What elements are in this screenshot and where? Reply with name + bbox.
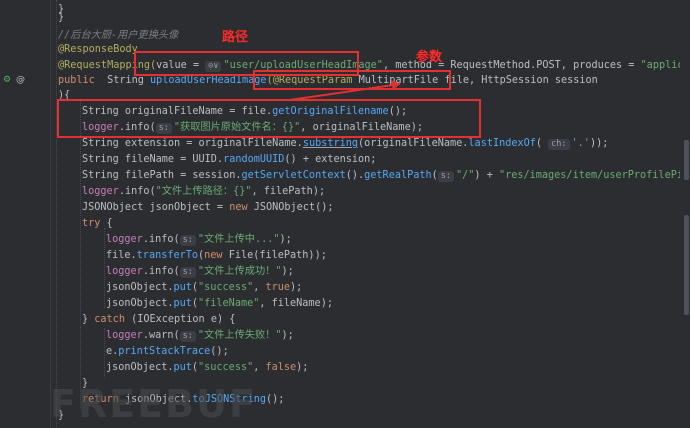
- code-line-responsebody: @ResponseBody: [58, 44, 138, 55]
- inlay-hint: s:: [179, 331, 196, 342]
- vertical-scrollbar[interactable]: [680, 0, 690, 428]
- code-line-put-success-true: jsonObject.put("success", true);: [106, 282, 303, 293]
- code-line-filepath: String filePath = session.getServletCont…: [82, 170, 690, 182]
- param-highlight-box: [253, 70, 451, 90]
- indent-guide: [80, 100, 81, 410]
- code-line-2: }: [58, 12, 65, 23]
- run-gear-icon[interactable]: ⚙: [3, 75, 11, 85]
- indent-guide: [56, 0, 57, 428]
- inlay-hint: s:: [179, 235, 196, 246]
- code-line-printstacktrace: e.printStackTrace();: [106, 346, 229, 357]
- code-line-jsonobject: JSONObject jsonObject = new JSONObject()…: [82, 202, 334, 213]
- annotation-at-icon[interactable]: @: [16, 75, 25, 85]
- code-line-try: try {: [82, 218, 113, 229]
- scrollbar-thumb[interactable]: [684, 140, 689, 180]
- code-line-transfer: file.transferTo(new File(filePath));: [106, 250, 327, 261]
- code-line-log-uploading: logger.info(s: "文件上传中...");: [106, 234, 292, 246]
- inlay-hint: s:: [437, 171, 455, 182]
- scrollbar-thumb[interactable]: [684, 215, 689, 315]
- code-line-extension: String extension = originalFileName.subs…: [82, 138, 609, 150]
- param-label: 参数: [416, 50, 443, 65]
- filename-highlight-box: [57, 99, 481, 138]
- code-line-put-filename: jsonObject.put("fileName", fileName);: [106, 298, 333, 309]
- inlay-hint: ch:: [548, 139, 570, 150]
- code-line-comment: //后台大厨-用户更换头像: [58, 30, 179, 41]
- indent-guide: [104, 328, 105, 378]
- path-label: 路径: [222, 30, 249, 45]
- line-gutter: ⚙ @: [0, 0, 51, 428]
- code-line-log-success: logger.info(s: "文件上传成功！");: [106, 266, 294, 278]
- indent-guide: [104, 228, 105, 308]
- code-line-log-fail: logger.warn(s: "文件上传失败！");: [106, 330, 294, 342]
- inlay-hint: s:: [179, 267, 196, 278]
- code-editor[interactable]: ⚙ @ } } //后台大厨-用户更换头像 @ResponseBody @Req…: [0, 0, 690, 428]
- watermark-logo: FREEBUF: [50, 382, 257, 426]
- code-line-filename: String fileName = UUID.randomUUID() + ex…: [82, 154, 377, 165]
- code-line-log-filepath: logger.info("文件上传路径：{}", filePath);: [82, 186, 326, 197]
- code-line-catch: } catch (IOException e) {: [82, 314, 236, 325]
- code-line-put-success-false: jsonObject.put("success", false);: [106, 362, 309, 373]
